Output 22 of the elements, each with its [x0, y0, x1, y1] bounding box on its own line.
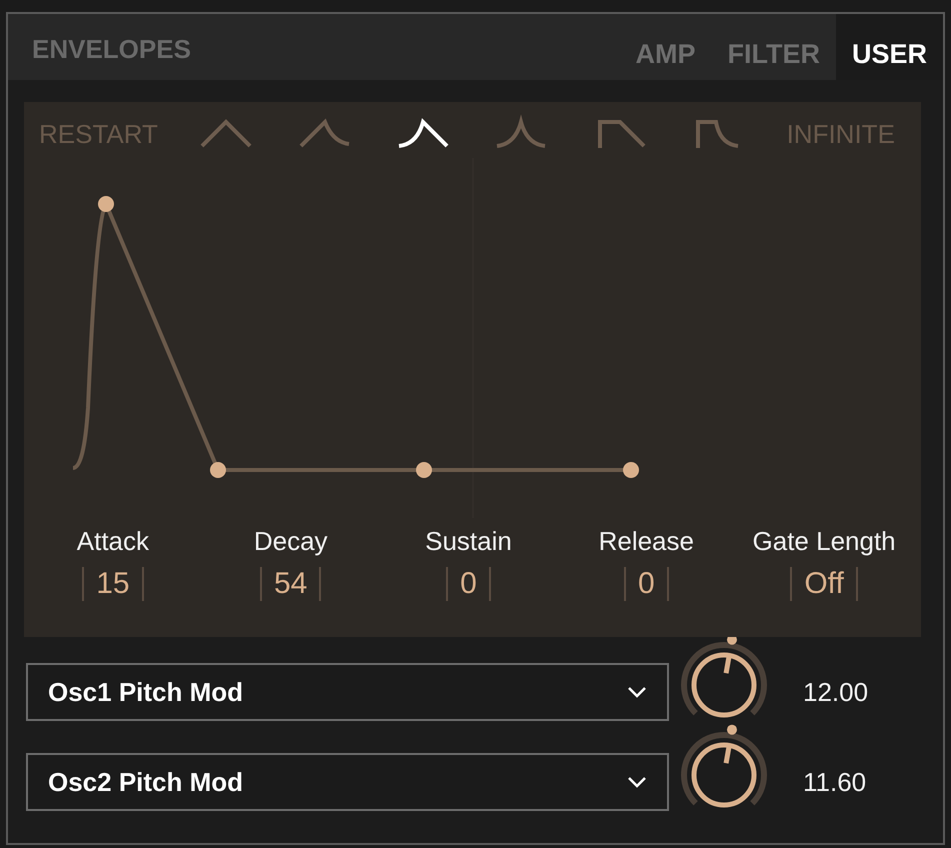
parameter-value[interactable]: 54	[260, 567, 322, 601]
parameter-value[interactable]: Off	[790, 567, 858, 601]
panel-title: ENVELOPES	[32, 33, 191, 66]
chevron-down-icon	[627, 776, 647, 788]
envelope-point[interactable]	[416, 462, 432, 478]
parameter-value[interactable]: 0	[446, 567, 491, 601]
envelope-point[interactable]	[210, 462, 226, 478]
parameter-value[interactable]: 15	[82, 567, 144, 601]
envelope-point[interactable]	[98, 196, 114, 212]
parameter-label: Decay	[254, 525, 328, 558]
mod-amount-value: 11.60	[803, 766, 866, 798]
chevron-down-icon	[627, 686, 647, 698]
parameter-label: Release	[598, 525, 694, 558]
mod-amount-value: 12.00	[803, 676, 868, 708]
parameter-value[interactable]: 0	[624, 567, 669, 601]
tab[interactable]: USER	[836, 14, 943, 80]
parameter-label: Attack	[76, 525, 150, 558]
envelope-point[interactable]	[623, 462, 639, 478]
parameter-label: Sustain	[425, 525, 512, 558]
parameter-label: Gate Length	[752, 525, 896, 558]
mod-target-dropdown[interactable]: Osc1 Pitch Mod	[26, 663, 669, 721]
mod-target-dropdown[interactable]: Osc2 Pitch Mod	[26, 753, 669, 811]
